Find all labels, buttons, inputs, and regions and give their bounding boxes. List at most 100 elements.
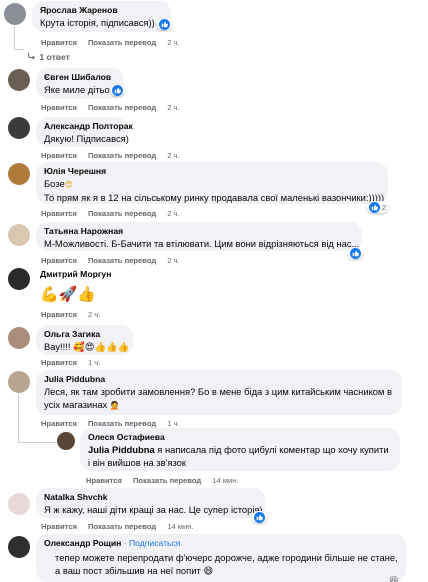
comment-bubble: Ярослав Жаренов Крута історія, підписавс… [32, 1, 171, 32]
timestamp[interactable]: 2 ч. [167, 38, 179, 47]
comment-text: Я ж кажу, наші діти кращі за нас. Це суп… [44, 504, 263, 515]
avatar[interactable] [8, 117, 30, 139]
timestamp[interactable]: 14 мин. [167, 522, 193, 531]
like-link[interactable]: Нравится [41, 256, 77, 265]
translate-link[interactable]: Показать перевод [88, 103, 156, 112]
like-link[interactable]: Нравится [41, 310, 77, 319]
comment-actions: Нравится Показать перевод 2 ч. [41, 151, 191, 160]
like-link[interactable]: Нравится [86, 476, 122, 485]
comment-bubble: Євген Шибалов Яке миле дітьо! [36, 68, 124, 99]
comment-actions: Нравится Показать перевод 2 ч. [41, 38, 191, 47]
comment-actions: Нравится Показать перевод 2 ч. [41, 103, 191, 112]
comment-bubble: Natalka Shvchk Я ж кажу, наші діти кращі… [36, 488, 265, 518]
avatar[interactable] [8, 536, 30, 558]
avatar[interactable] [4, 3, 26, 25]
face-emoji: 🤦 [109, 401, 120, 410]
reply-arrow-icon [27, 52, 37, 62]
comment-author[interactable]: Александр Полторак [44, 120, 133, 132]
comment-text-line2: То прям як я в 12 на сільському ринку пр… [44, 192, 385, 203]
timestamp[interactable]: 2 ч. [88, 310, 100, 319]
view-replies-link[interactable]: 1 ответ [27, 52, 70, 62]
follow-button[interactable]: Подписаться [129, 538, 181, 548]
like-icon [369, 201, 380, 213]
thread-line [14, 27, 15, 49]
comment-text: Яке миле дітьо! [44, 84, 113, 95]
heart-eyes-emoji: 😍 [64, 180, 74, 189]
comment-bubble: Ольга Загика Вау!!!! 🥰😍👍👍👍 [36, 325, 133, 355]
comment-author[interactable]: Євген Шибалов [44, 71, 116, 83]
timestamp[interactable]: 2 ч. [167, 209, 179, 218]
like-icon [254, 511, 265, 523]
comment-author[interactable]: Дмитрий Моргун [40, 268, 111, 280]
timestamp[interactable]: 14 мин. [212, 476, 238, 485]
avatar[interactable] [57, 432, 75, 450]
avatar[interactable] [8, 371, 30, 393]
mention-link[interactable]: Julia Piddubna [88, 444, 155, 455]
comment-text: Крута історія, підписався)) [40, 17, 155, 28]
translate-link[interactable]: Показать перевод [88, 151, 156, 160]
comment-bubble: Julia Piddubna Леся, як там зробити замо… [36, 370, 402, 415]
comment-text: Дякую! Підписався) [44, 133, 129, 144]
like-icon [159, 18, 170, 30]
translate-link[interactable]: Показать перевод [88, 522, 156, 531]
translate-link[interactable]: Показать перевод [88, 419, 156, 428]
comment-actions: Нравится Показать перевод 1 ч. [41, 419, 191, 428]
reaction-badge[interactable] [157, 18, 172, 30]
comment-author[interactable]: Олександр Рощин · Подписаться [44, 537, 398, 549]
reply-bubble: Олеся Остафиева Julia Piddubna я написал… [80, 428, 400, 471]
comment-bubble: Татьяна Нарожная М-Можливості. Б-Бачити … [36, 222, 362, 251]
comment-author[interactable]: Julia Piddubna [44, 373, 394, 385]
comment-author[interactable]: Natalka Shvchk [44, 491, 257, 503]
thread-line [18, 442, 56, 443]
timestamp[interactable]: 1 ч. [88, 358, 100, 367]
comment-author[interactable]: Татьяна Нарожная [44, 225, 354, 237]
haha-icon: 😆 [389, 576, 399, 582]
timestamp[interactable]: 1 ч. [167, 419, 179, 428]
comment-text: Julia Piddubna я написала під фото цибул… [88, 444, 389, 468]
reaction-badge[interactable] [348, 247, 363, 259]
comment-actions: Нравится 1 ч. [41, 358, 111, 367]
avatar[interactable] [8, 268, 30, 290]
avatar[interactable] [8, 163, 30, 185]
translate-link[interactable]: Показать перевод [133, 476, 201, 485]
comment-actions: Нравится 2 ч. [41, 310, 111, 319]
comment-author[interactable]: Олеся Остафиева [88, 431, 392, 443]
like-link[interactable]: Нравится [41, 419, 77, 428]
comment-author[interactable]: Ольга Загика [44, 328, 125, 340]
reaction-badge[interactable]: 😆 [387, 575, 400, 582]
avatar[interactable] [8, 69, 30, 91]
like-link[interactable]: Нравится [41, 358, 77, 367]
comment-actions: Нравится Показать перевод 14 мин. [41, 522, 205, 531]
reaction-count: 2 [382, 202, 387, 212]
translate-link[interactable]: Показать перевод [88, 256, 156, 265]
thread-line [14, 49, 24, 50]
comment-text: тепер можете перепродати ф'ючерс дорожче… [55, 552, 398, 576]
comment-actions: Нравится Показать перевод 2 ч. [41, 209, 191, 218]
reaction-badge[interactable] [110, 84, 125, 96]
comment-author[interactable]: Юлія Черешня [44, 165, 380, 177]
timestamp[interactable]: 2 ч. [167, 103, 179, 112]
like-link[interactable]: Нравится [41, 38, 77, 47]
timestamp[interactable]: 2 ч. [167, 256, 179, 265]
translate-link[interactable]: Показать перевод [88, 209, 156, 218]
comment-actions: Нравится Показать перевод 2 ч. [41, 256, 191, 265]
avatar[interactable] [8, 493, 30, 515]
like-link[interactable]: Нравится [41, 209, 77, 218]
comment-actions: Нравится Показать перевод 14 мин. [86, 476, 250, 485]
like-link[interactable]: Нравится [41, 103, 77, 112]
comment-emoji: 💪🚀👍 [40, 285, 97, 303]
like-link[interactable]: Нравится [41, 522, 77, 531]
translate-link[interactable]: Показать перевод [88, 38, 156, 47]
comment-author[interactable]: Ярослав Жаренов [40, 4, 163, 16]
like-icon [112, 84, 123, 96]
comment-bubble: Олександр Рощин · Подписаться тепер може… [36, 534, 406, 582]
avatar[interactable] [8, 327, 30, 349]
avatar[interactable] [8, 224, 30, 246]
like-link[interactable]: Нравится [41, 151, 77, 160]
reaction-badge[interactable]: 2 [367, 201, 389, 213]
comment-text: Леся, як там зробити замовлення? Бо в ме… [44, 386, 393, 410]
timestamp[interactable]: 2 ч. [167, 151, 179, 160]
comment-text: Бозе😍 [44, 178, 74, 189]
comment-text: М-Можливості. Б-Бачити та втілювати. Цим… [44, 238, 360, 249]
reaction-badge[interactable] [252, 511, 267, 523]
